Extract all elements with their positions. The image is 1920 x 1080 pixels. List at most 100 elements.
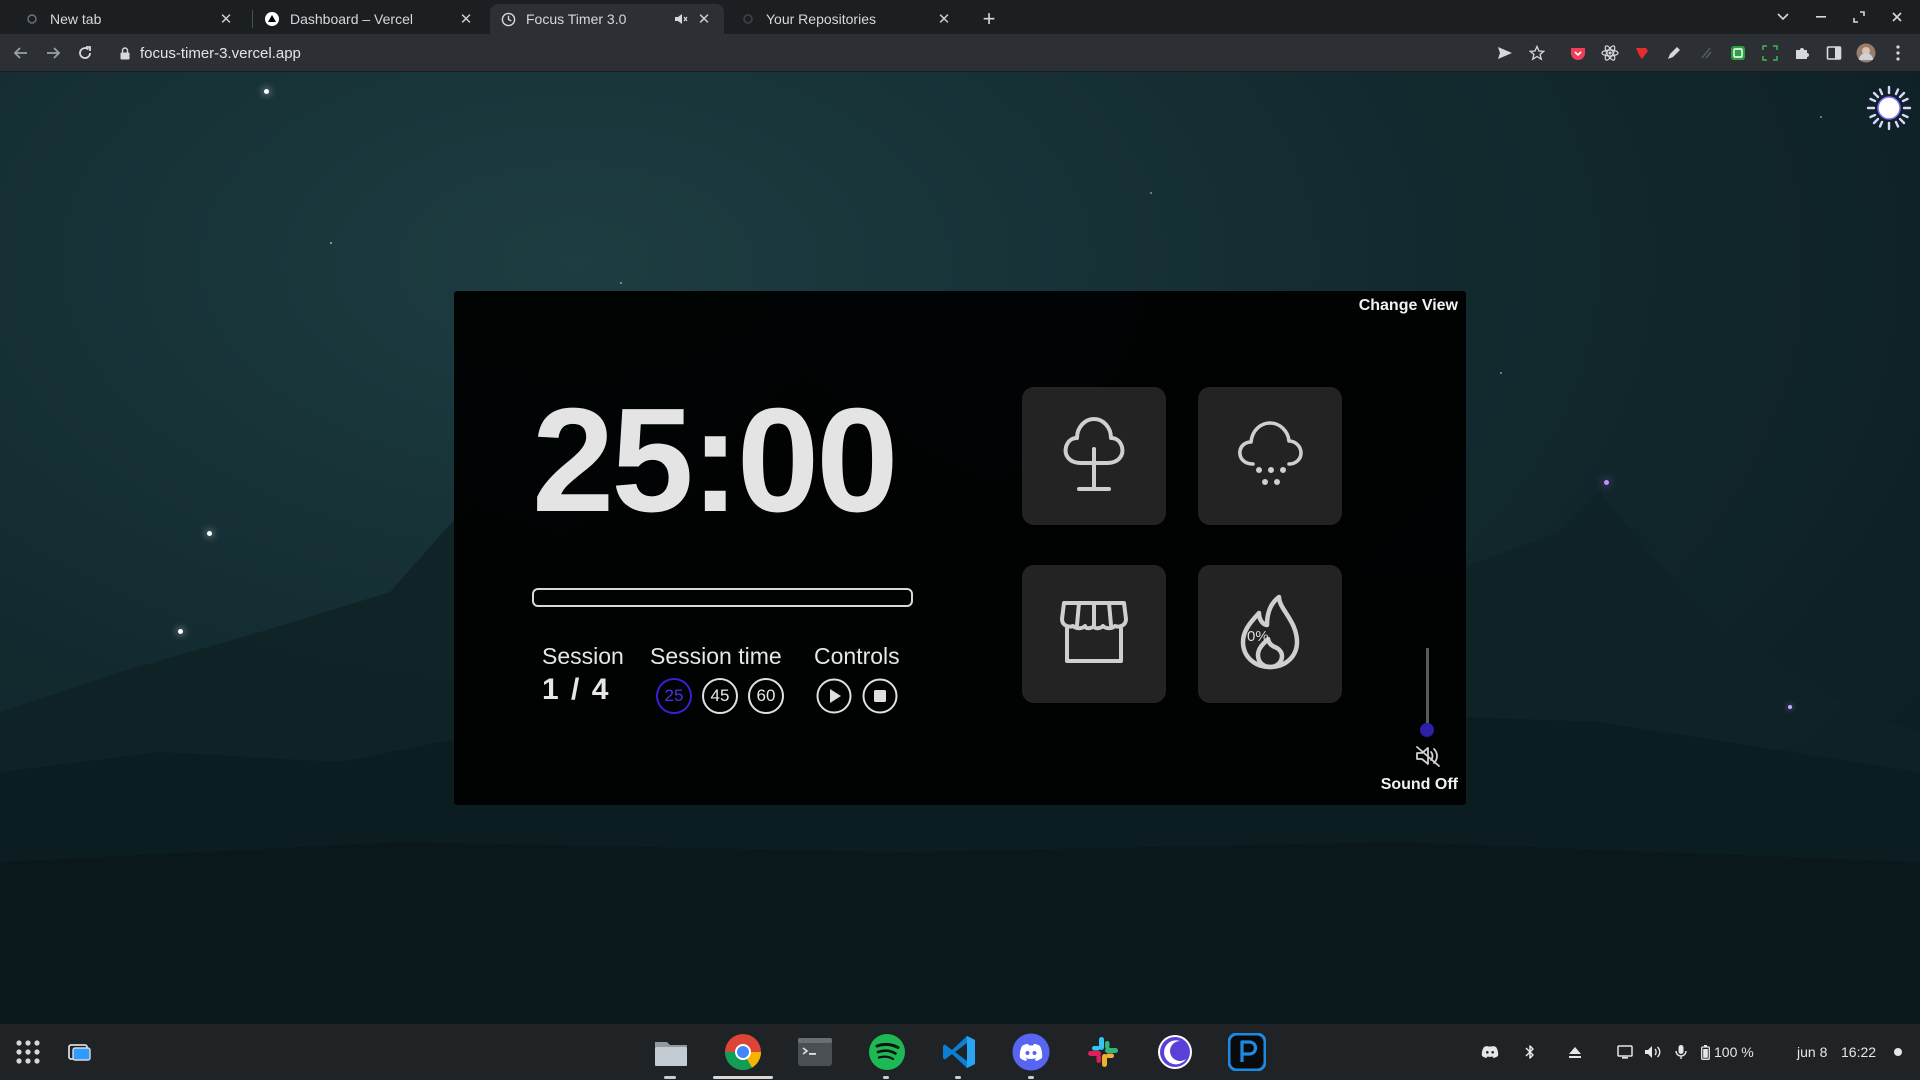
terminal-icon[interactable] [795, 1032, 835, 1072]
files-icon[interactable] [651, 1032, 691, 1072]
session-time-25-button[interactable]: 25 [656, 678, 692, 714]
fireplace-sound-button[interactable] [1198, 565, 1342, 703]
stop-icon[interactable] [862, 678, 898, 714]
session-time-60-button[interactable]: 60 [748, 678, 784, 714]
star [264, 89, 269, 94]
volume-slider-track[interactable] [1426, 648, 1429, 728]
session-label: Session [542, 643, 624, 669]
vscode-icon[interactable] [939, 1032, 979, 1072]
tab-your-repositories[interactable]: Your Repositories ✕ [730, 4, 964, 34]
focus-timer-card: Change View 25:00 Session 1 / 4 Session … [454, 291, 1466, 805]
red-extension-icon[interactable] [1632, 43, 1652, 63]
date[interactable]: jun 8 [1797, 1040, 1841, 1064]
reload-icon[interactable] [73, 41, 97, 65]
tab-new-tab[interactable]: New tab ✕ [14, 4, 246, 34]
tab-title: Dashboard – Vercel [290, 11, 413, 27]
star [1500, 372, 1502, 374]
battery-percent: 100 % [1714, 1044, 1754, 1060]
browser-toolbar: focus-timer-3.vercel.app [0, 34, 1920, 72]
eject-icon[interactable] [1565, 1040, 1585, 1064]
volume-slider-thumb[interactable] [1420, 723, 1434, 737]
send-icon[interactable] [1495, 43, 1515, 63]
tab-focus-timer[interactable]: Focus Timer 3.0 ✕ [490, 4, 724, 34]
clock-favicon-icon [500, 11, 516, 27]
more-menu-icon[interactable] [1888, 43, 1908, 63]
green-extension-icon[interactable] [1728, 43, 1748, 63]
running-indicator [883, 1076, 889, 1079]
address-bar[interactable]: focus-timer-3.vercel.app [112, 39, 1502, 67]
notification-dot-icon[interactable] [1892, 1040, 1904, 1064]
tab-title: Focus Timer 3.0 [526, 11, 627, 27]
moon-icon[interactable] [1155, 1032, 1195, 1072]
rain-cloud-icon [1235, 418, 1305, 495]
new-tab-plus-icon[interactable]: + [976, 6, 1002, 32]
page-background: Change View 25:00 Session 1 / 4 Session … [0, 72, 1920, 1024]
star [1788, 705, 1792, 709]
tab-dashboard-vercel[interactable]: Dashboard – Vercel ✕ [254, 4, 486, 34]
app-launcher-grid-icon[interactable] [8, 1032, 48, 1072]
tab-title: New tab [50, 11, 102, 27]
star [1604, 480, 1609, 485]
pycharm-icon[interactable] [1227, 1032, 1267, 1072]
star [1150, 192, 1152, 194]
battery-icon [1698, 1040, 1712, 1064]
controls-label: Controls [814, 643, 900, 669]
star [178, 629, 183, 634]
pocket-icon[interactable] [1568, 43, 1588, 63]
coffee-shop-sound-button[interactable] [1022, 565, 1166, 703]
volume-percent: 0% [1247, 628, 1269, 645]
bluetooth-icon[interactable] [1520, 1040, 1540, 1064]
dim-extension-icon[interactable] [1696, 43, 1716, 63]
tab-title: Your Repositories [766, 11, 876, 27]
session-progress-bar [532, 588, 913, 607]
chrome-icon[interactable] [723, 1032, 763, 1072]
github-favicon-icon [740, 11, 756, 27]
close-icon[interactable]: ✕ [216, 9, 236, 29]
timer-display: 25:00 [532, 378, 899, 543]
session-time-45-button[interactable]: 45 [702, 678, 738, 714]
tab-search-chevron-icon[interactable] [1770, 5, 1796, 29]
pen-icon[interactable] [1664, 43, 1684, 63]
os-taskbar: 100 % jun 8 16:22 [0, 1024, 1920, 1080]
discord-tray-icon[interactable] [1478, 1040, 1502, 1064]
back-arrow-icon[interactable] [9, 41, 33, 65]
clock[interactable]: 16:22 [1841, 1040, 1883, 1064]
screen-icon[interactable] [1614, 1040, 1636, 1064]
close-icon[interactable]: ✕ [456, 9, 476, 29]
puzzle-icon[interactable] [1792, 43, 1812, 63]
bookmark-star-icon[interactable] [1527, 43, 1547, 63]
session-time-label: Session time [650, 643, 782, 669]
running-indicator [664, 1076, 676, 1079]
change-view-button[interactable]: Change View [1359, 297, 1458, 315]
forward-arrow-icon[interactable] [41, 41, 65, 65]
close-icon[interactable]: ✕ [934, 9, 954, 29]
spotify-icon[interactable] [867, 1032, 907, 1072]
window-close-icon[interactable] [1884, 5, 1910, 29]
microphone-icon[interactable] [1670, 1040, 1692, 1064]
play-icon[interactable] [816, 678, 852, 714]
session-counter: 1 / 4 [542, 673, 611, 706]
react-devtools-icon[interactable] [1600, 43, 1620, 63]
store-icon [1059, 599, 1129, 670]
new-tab-favicon-icon [24, 11, 40, 27]
browser-tab-strip: New tab ✕ Dashboard – Vercel ✕ Focus Tim… [0, 0, 1920, 34]
restore-icon[interactable] [1846, 5, 1872, 29]
sun-theme-toggle-icon[interactable] [1865, 84, 1913, 132]
active-indicator [713, 1076, 773, 1079]
speaker-muted-icon[interactable] [1414, 742, 1442, 770]
star [330, 242, 332, 244]
minimize-icon[interactable] [1808, 5, 1834, 29]
avatar[interactable] [1856, 43, 1876, 63]
url-text: focus-timer-3.vercel.app [140, 44, 301, 62]
slack-icon[interactable] [1083, 1032, 1123, 1072]
star [207, 531, 212, 536]
forest-sound-button[interactable] [1022, 387, 1166, 525]
overview-windows-icon[interactable] [60, 1032, 100, 1072]
screenshot-icon[interactable] [1760, 43, 1780, 63]
side-panel-icon[interactable] [1824, 43, 1844, 63]
discord-icon[interactable] [1011, 1032, 1051, 1072]
tab-muted-icon[interactable] [674, 12, 688, 26]
volume-icon[interactable] [1642, 1040, 1664, 1064]
rain-sound-button[interactable] [1198, 387, 1342, 525]
close-icon[interactable]: ✕ [694, 9, 714, 29]
